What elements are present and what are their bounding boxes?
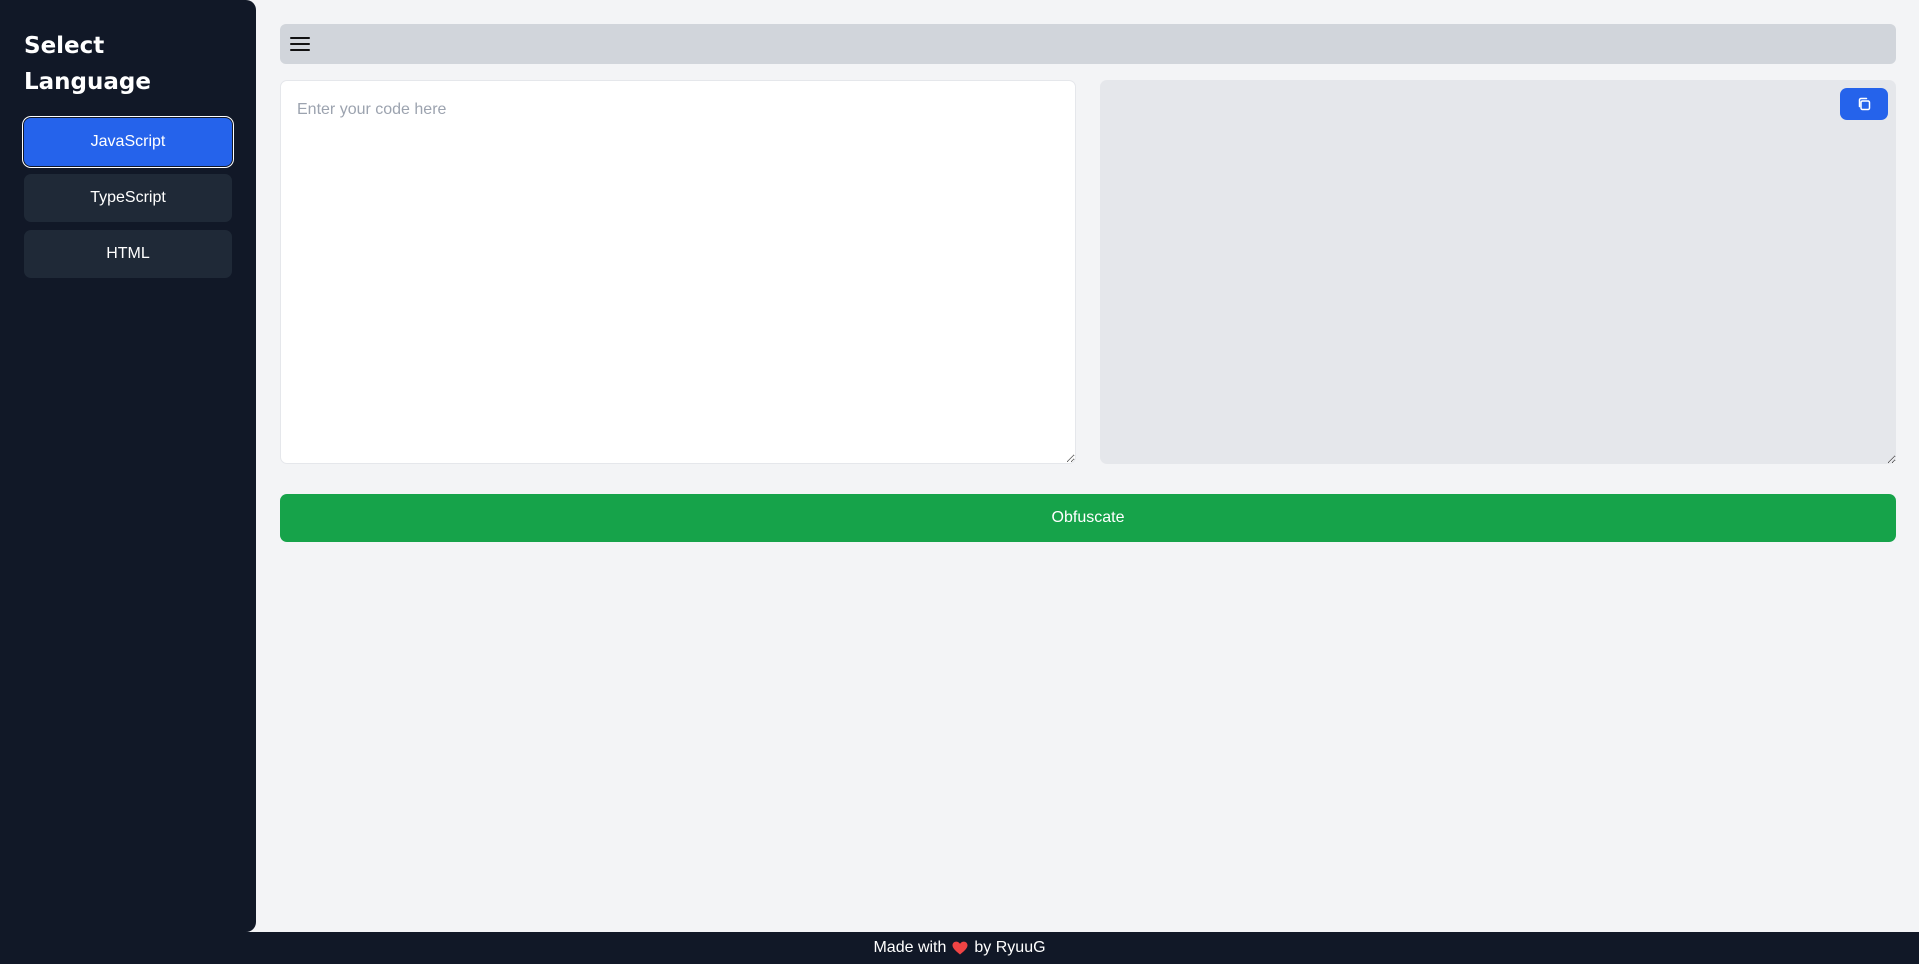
heart-icon [952, 941, 968, 955]
language-button-typescript[interactable]: TypeScript [24, 174, 232, 222]
language-button-html[interactable]: HTML [24, 230, 232, 278]
code-output[interactable] [1100, 80, 1896, 464]
obfuscate-button[interactable]: Obfuscate [280, 494, 1896, 542]
input-panel [280, 80, 1076, 464]
sidebar-title: Select Language [24, 33, 151, 95]
menu-line [290, 49, 310, 51]
app-root: Select Language JavaScript TypeScript HT… [0, 0, 1919, 964]
top-bar [280, 24, 1896, 64]
menu-line [290, 43, 310, 45]
footer: Made with by RyuuG [0, 932, 1919, 964]
copy-button[interactable] [1840, 88, 1888, 120]
output-panel [1100, 80, 1896, 464]
footer-prefix: Made with [873, 939, 947, 956]
language-list: JavaScript TypeScript HTML [24, 118, 232, 278]
editor-panels [280, 80, 1896, 464]
language-sidebar: Select Language JavaScript TypeScript HT… [0, 0, 256, 932]
menu-line [290, 37, 310, 39]
hamburger-menu-icon[interactable] [290, 36, 310, 52]
code-input[interactable] [280, 80, 1076, 464]
footer-suffix: by RyuuG [974, 939, 1046, 956]
language-button-javascript[interactable]: JavaScript [24, 118, 232, 166]
copy-icon [1858, 97, 1871, 111]
main-content: Obfuscate [280, 24, 1896, 542]
